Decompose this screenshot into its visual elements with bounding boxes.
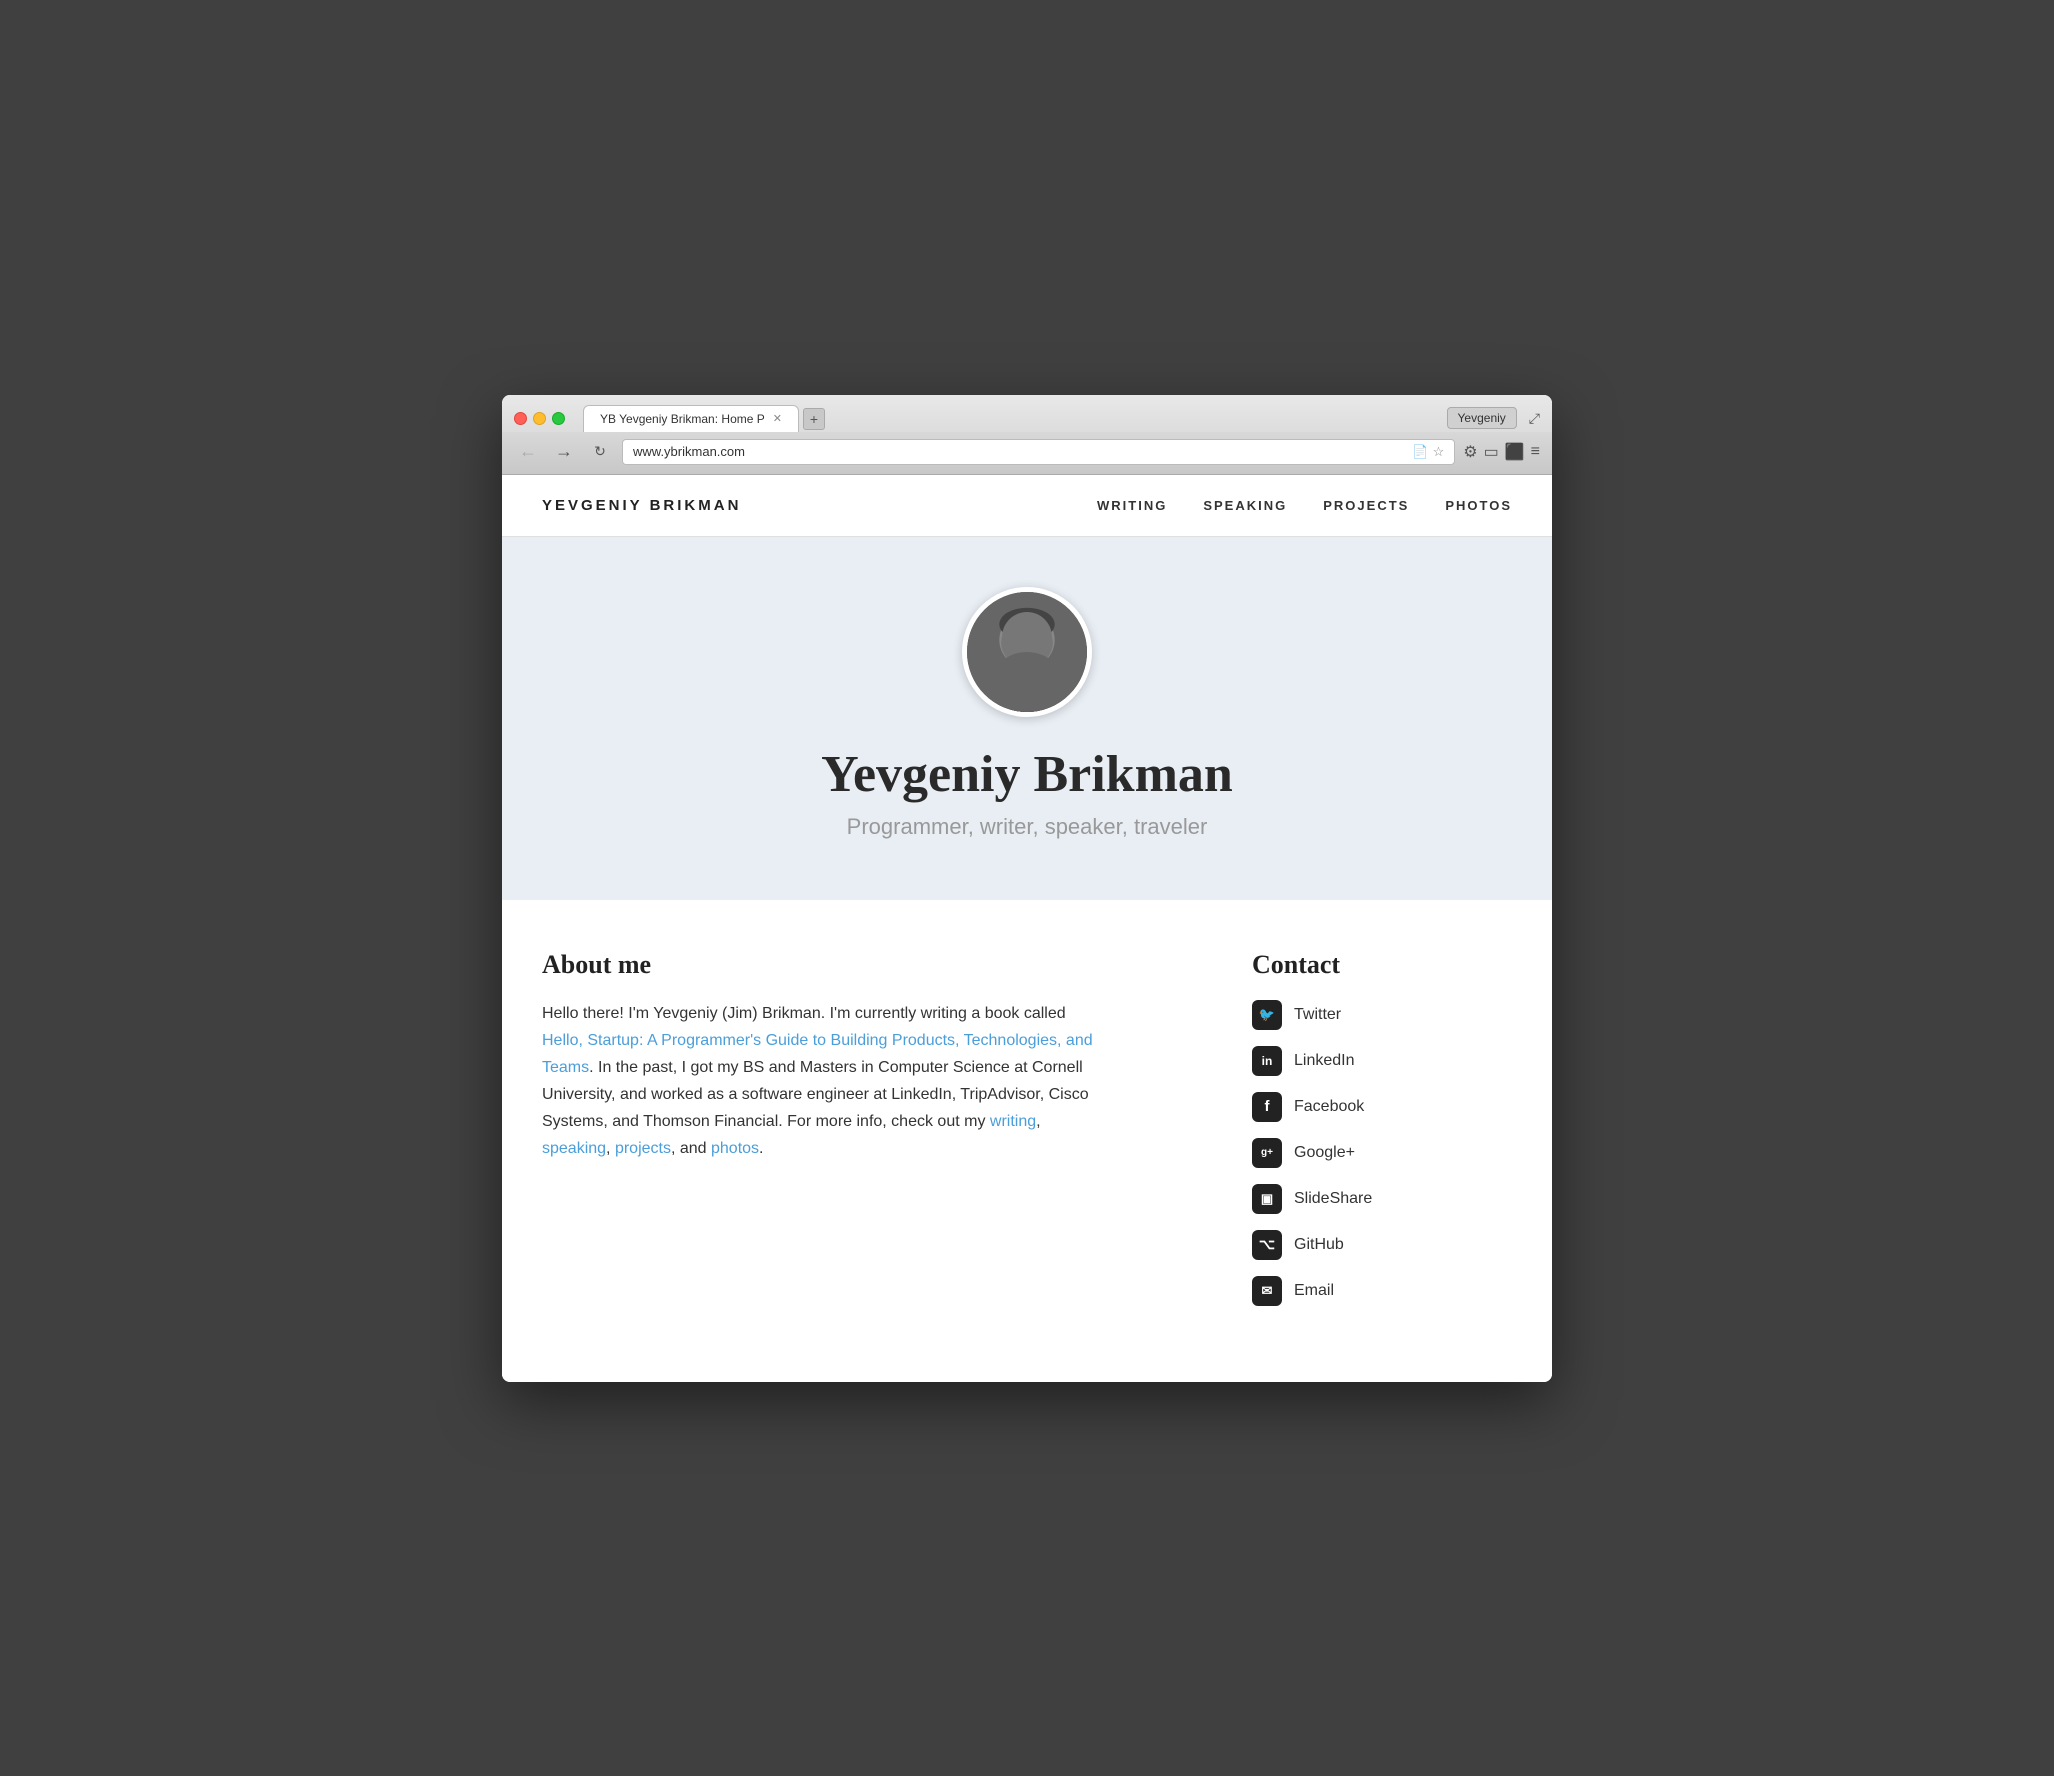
avatar-image [967, 592, 1087, 712]
main-content: About me Hello there! I'm Yevgeniy (Jim)… [502, 900, 1552, 1382]
browser-chrome: YB Yevgeniy Brikman: Home P ✕ + Yevgeniy… [502, 395, 1552, 475]
menu-icon[interactable]: ≡ [1531, 443, 1540, 461]
contact-list-item[interactable]: Twitter [1252, 1000, 1512, 1030]
expand-icon[interactable]: ⤢ [1529, 410, 1540, 427]
tab-bar: YB Yevgeniy Brikman: Home P ✕ + [583, 405, 1439, 432]
titlebar-right: Yevgeniy ⤢ [1447, 407, 1540, 429]
about-paragraph1: Hello there! I'm Yevgeniy (Jim) Brikman.… [542, 1005, 1066, 1022]
hero-name: Yevgeniy Brikman [821, 745, 1233, 804]
browser-titlebar: YB Yevgeniy Brikman: Home P ✕ + Yevgeniy… [502, 395, 1552, 432]
star-icon[interactable]: ☆ [1433, 444, 1445, 460]
contact-label: SlideShare [1294, 1190, 1372, 1208]
url-bar[interactable]: www.ybrikman.com 📄 ☆ [622, 439, 1455, 465]
contact-label: LinkedIn [1294, 1052, 1355, 1070]
email-icon [1252, 1276, 1282, 1306]
traffic-lights [514, 412, 565, 425]
new-tab-button[interactable]: + [803, 408, 825, 430]
nav-projects[interactable]: PROJECTS [1323, 498, 1409, 513]
reload-button[interactable]: ↻ [586, 438, 614, 466]
forward-button[interactable]: → [550, 438, 578, 466]
photos-link[interactable]: photos [711, 1140, 759, 1157]
contact-title: Contact [1252, 950, 1512, 980]
contact-list-item[interactable]: GitHub [1252, 1230, 1512, 1260]
contact-list-item[interactable]: Facebook [1252, 1092, 1512, 1122]
googleplus-icon [1252, 1138, 1282, 1168]
minimize-button[interactable] [533, 412, 546, 425]
contact-label: Facebook [1294, 1098, 1364, 1116]
active-tab[interactable]: YB Yevgeniy Brikman: Home P ✕ [583, 405, 799, 432]
url-icons: 📄 ☆ [1412, 444, 1444, 460]
hero-section: Yevgeniy Brikman Programmer, writer, spe… [502, 537, 1552, 900]
tab-close-button[interactable]: ✕ [773, 412, 782, 425]
contact-label: Google+ [1294, 1144, 1355, 1162]
extensions-icon: ⚙ [1463, 442, 1477, 462]
nav-speaking[interactable]: SPEAKING [1203, 498, 1287, 513]
browser-toolbar: ← → ↻ www.ybrikman.com 📄 ☆ ⚙ ▭ ⬛ ≡ [502, 432, 1552, 474]
close-button[interactable] [514, 412, 527, 425]
url-text: www.ybrikman.com [633, 444, 1406, 459]
slideshare-icon [1252, 1184, 1282, 1214]
page-icon: 📄 [1412, 444, 1428, 460]
contact-list: Twitter LinkedIn Facebook Google+ SlideShare… [1252, 1000, 1512, 1306]
writing-link[interactable]: writing [990, 1113, 1036, 1130]
about-text: Hello there! I'm Yevgeniy (Jim) Brikman.… [542, 1000, 1102, 1163]
about-section: About me Hello there! I'm Yevgeniy (Jim)… [542, 950, 1102, 1322]
cast-icon: ▭ [1484, 442, 1499, 462]
site-nav: WRITING SPEAKING PROJECTS PHOTOS [1097, 498, 1512, 513]
linkedin-icon [1252, 1046, 1282, 1076]
contact-label: Twitter [1294, 1006, 1341, 1024]
nav-photos[interactable]: PHOTOS [1445, 498, 1512, 513]
hero-subtitle: Programmer, writer, speaker, traveler [847, 814, 1208, 840]
github-icon [1252, 1230, 1282, 1260]
contact-list-item[interactable]: Google+ [1252, 1138, 1512, 1168]
back-button[interactable]: ← [514, 438, 542, 466]
website-content: YEVGENIY BRIKMAN WRITING SPEAKING PROJEC… [502, 475, 1552, 1382]
contact-label: Email [1294, 1282, 1334, 1300]
browser-actions: ⚙ ▭ ⬛ ≡ [1463, 442, 1540, 462]
about-title: About me [542, 950, 1102, 980]
avatar [962, 587, 1092, 717]
nav-writing[interactable]: WRITING [1097, 498, 1167, 513]
maximize-button[interactable] [552, 412, 565, 425]
camera-icon: ⬛ [1505, 442, 1525, 462]
site-header: YEVGENIY BRIKMAN WRITING SPEAKING PROJEC… [502, 475, 1552, 537]
speaking-link[interactable]: speaking [542, 1140, 606, 1157]
contact-section: Contact Twitter LinkedIn Facebook Google+ Sl… [1252, 950, 1512, 1322]
tab-title: YB Yevgeniy Brikman: Home P [600, 412, 765, 426]
facebook-icon [1252, 1092, 1282, 1122]
contact-list-item[interactable]: SlideShare [1252, 1184, 1512, 1214]
browser-user-label[interactable]: Yevgeniy [1447, 407, 1517, 429]
contact-label: GitHub [1294, 1236, 1344, 1254]
browser-window: YB Yevgeniy Brikman: Home P ✕ + Yevgeniy… [502, 395, 1552, 1382]
contact-list-item[interactable]: LinkedIn [1252, 1046, 1512, 1076]
projects-link[interactable]: projects [615, 1140, 671, 1157]
site-logo[interactable]: YEVGENIY BRIKMAN [542, 497, 741, 514]
contact-list-item[interactable]: Email [1252, 1276, 1512, 1306]
twitter-icon [1252, 1000, 1282, 1030]
